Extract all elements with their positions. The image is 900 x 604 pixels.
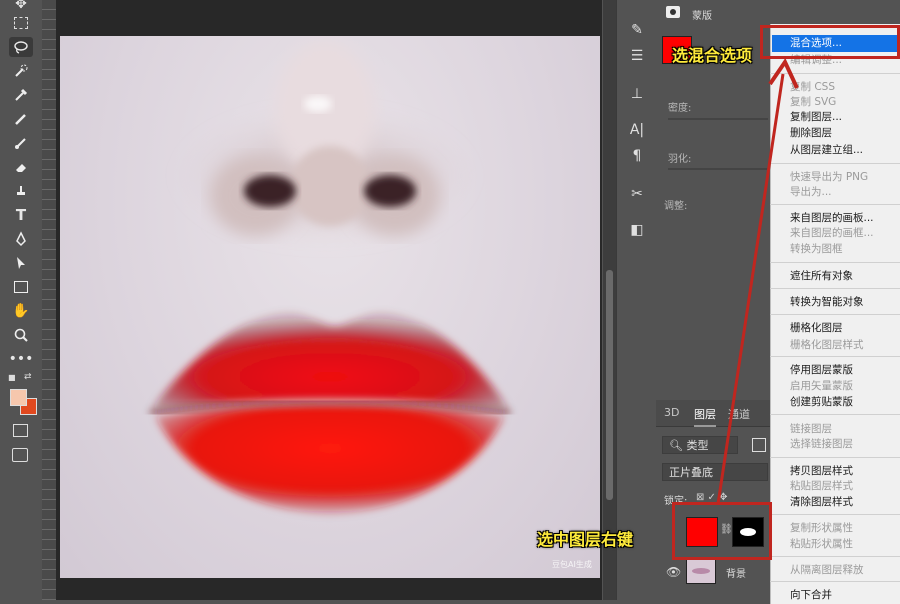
menu-item[interactable]: 拷贝图层样式 bbox=[790, 464, 853, 479]
tab-layers[interactable]: 图层 bbox=[694, 406, 716, 427]
menu-separator bbox=[770, 163, 900, 164]
quick-select-icon[interactable] bbox=[9, 61, 33, 81]
tools-panel: ✥ T ✋ ••• ■ ⇄ bbox=[0, 0, 43, 600]
type-icon[interactable]: T bbox=[9, 205, 33, 225]
foreground-color-swatch[interactable] bbox=[10, 389, 27, 406]
healing-brush-icon[interactable] bbox=[9, 109, 33, 129]
menu-separator bbox=[770, 581, 900, 582]
rectangle-icon[interactable] bbox=[9, 277, 33, 297]
move-icon[interactable]: ✥ bbox=[9, 0, 33, 14]
menu-item[interactable]: 清除图层样式 bbox=[790, 495, 853, 510]
character-icon[interactable]: A| bbox=[627, 120, 647, 140]
more-icon[interactable]: ••• bbox=[9, 349, 34, 369]
mask-label: 蒙版 bbox=[692, 11, 712, 22]
annotation-box-menu bbox=[760, 25, 900, 59]
background-layer-thumbnail[interactable] bbox=[686, 558, 716, 584]
swap-colors-icon[interactable]: ⇄ bbox=[24, 372, 32, 382]
feather-slider[interactable] bbox=[668, 168, 768, 170]
eyedropper-icon[interactable] bbox=[9, 85, 33, 105]
brush-icon[interactable] bbox=[9, 133, 33, 153]
menu-item: 来自图层的画框... bbox=[790, 227, 874, 239]
clone-stamp-icon[interactable] bbox=[9, 181, 33, 201]
eraser-icon[interactable] bbox=[9, 157, 33, 177]
blend-mode-dropdown[interactable]: 正片叠底 bbox=[662, 463, 768, 481]
menu-item: 复制形状属性 bbox=[790, 522, 853, 534]
tab-channels[interactable]: 通道 bbox=[728, 406, 750, 422]
menu-item[interactable]: 向下合并 bbox=[790, 588, 832, 603]
menu-item[interactable]: 复制图层... bbox=[790, 110, 842, 125]
layer-comps-icon[interactable]: ◧ bbox=[627, 220, 647, 240]
menu-item[interactable]: 从图层建立组... bbox=[790, 143, 863, 158]
image-filter-icon[interactable] bbox=[752, 438, 766, 452]
paragraph-icon[interactable]: ¶ bbox=[627, 146, 647, 166]
tab-3d[interactable]: 3D bbox=[664, 406, 679, 419]
background-layer-name[interactable]: 背景 bbox=[726, 565, 746, 580]
panel-icon-strip: ✎ ☰ ⊥ A| ¶ ✂ ◧ bbox=[616, 0, 658, 600]
feather-label: 羽化: bbox=[668, 154, 692, 165]
density-label: 密度: bbox=[668, 103, 692, 114]
menu-separator bbox=[770, 73, 900, 74]
menu-item[interactable]: 停用图层蒙版 bbox=[790, 363, 853, 378]
brush-settings-icon[interactable]: ✎ bbox=[627, 20, 647, 40]
pen-icon[interactable] bbox=[9, 229, 33, 249]
menu-item: 粘贴图层样式 bbox=[790, 480, 853, 492]
menu-item[interactable]: 来自图层的画板... bbox=[790, 211, 874, 226]
callout-right-click-layer: 选中图层右键 bbox=[537, 530, 634, 549]
menu-item[interactable]: 遮住所有对象 bbox=[790, 269, 853, 284]
default-colors-icon[interactable]: ■ bbox=[8, 373, 16, 382]
refine-label: 调整: bbox=[664, 201, 688, 212]
menu-item[interactable]: 转换为智能对象 bbox=[790, 295, 864, 310]
menu-separator bbox=[770, 414, 900, 415]
search-icon: 🔍︎ bbox=[669, 439, 683, 452]
menu-item: 复制 SVG bbox=[790, 96, 837, 108]
mask-icon bbox=[666, 6, 680, 18]
menu-item: 栅格化图层样式 bbox=[790, 339, 864, 351]
menu-item: 从隔离图层释放 bbox=[790, 564, 864, 576]
menu-separator bbox=[770, 457, 900, 458]
menu-separator bbox=[770, 514, 900, 515]
density-slider[interactable] bbox=[668, 118, 768, 120]
menu-item[interactable]: 栅格化图层 bbox=[790, 321, 843, 336]
screen-mode-icon[interactable] bbox=[12, 448, 28, 462]
layer-filter-dropdown[interactable]: 🔍︎ 类型 bbox=[662, 436, 738, 454]
menu-item[interactable]: 删除图层 bbox=[790, 126, 832, 141]
visibility-eye-icon[interactable]: 👁︎ bbox=[666, 565, 681, 579]
scrollbar-thumb[interactable] bbox=[606, 270, 613, 500]
menu-separator bbox=[770, 556, 900, 557]
quick-mask-icon[interactable] bbox=[13, 424, 28, 437]
tool-presets-icon[interactable]: ✂ bbox=[627, 184, 647, 204]
vertical-ruler bbox=[42, 0, 57, 600]
menu-item: 粘贴形状属性 bbox=[790, 538, 853, 550]
hand-icon[interactable]: ✋ bbox=[9, 301, 33, 321]
zoom-icon[interactable] bbox=[9, 325, 33, 345]
menu-separator bbox=[770, 262, 900, 263]
path-select-icon[interactable] bbox=[9, 253, 33, 273]
clone-source-icon[interactable]: ⊥ bbox=[627, 84, 647, 104]
menu-separator bbox=[770, 356, 900, 357]
menu-item: 转换为图框 bbox=[790, 243, 843, 255]
document-image[interactable] bbox=[60, 36, 600, 578]
menu-item: 快速导出为 PNG bbox=[790, 171, 869, 183]
menu-item[interactable]: 创建剪贴蒙版 bbox=[790, 395, 853, 410]
watermark: 豆包AI生成 bbox=[552, 560, 592, 569]
menu-item: 启用矢量蒙版 bbox=[790, 380, 853, 392]
menu-item: 导出为... bbox=[790, 186, 832, 198]
marquee-icon[interactable] bbox=[9, 13, 33, 33]
menu-separator bbox=[770, 288, 900, 289]
menu-separator bbox=[770, 204, 900, 205]
lasso-icon[interactable] bbox=[9, 37, 33, 57]
menu-item: 选择链接图层 bbox=[790, 438, 853, 450]
menu-item: 复制 CSS bbox=[790, 81, 835, 93]
adjustments-icon[interactable]: ☰ bbox=[627, 46, 647, 66]
annotation-box-layer bbox=[672, 502, 772, 560]
menu-separator bbox=[770, 314, 900, 315]
callout-select-blend-options: 选混合选项 bbox=[672, 46, 753, 65]
menu-item: 链接图层 bbox=[790, 423, 832, 435]
